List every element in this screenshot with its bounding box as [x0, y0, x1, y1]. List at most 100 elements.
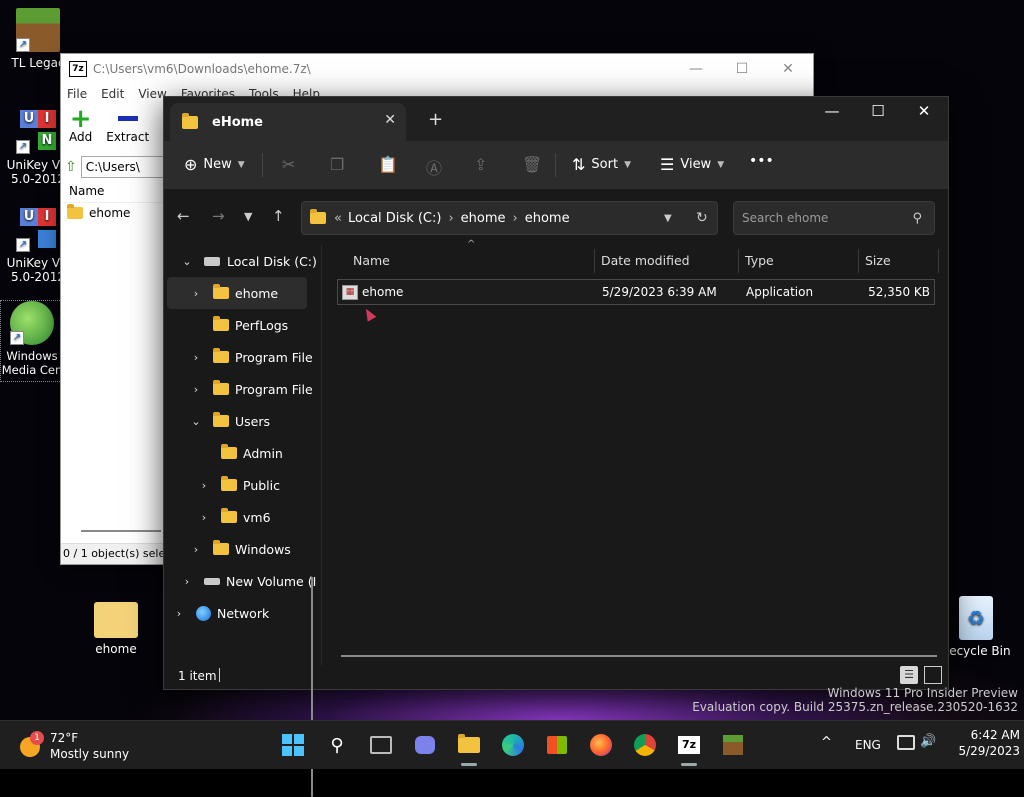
rename-icon[interactable]: Ⓐ — [426, 155, 442, 179]
tab-ehome[interactable]: eHome ✕ — [170, 103, 406, 141]
nav-item-users[interactable]: ⌄ Users — [189, 405, 270, 437]
minecraft-taskbar-button[interactable] — [717, 729, 749, 761]
volume-icon[interactable]: 🔊 — [920, 734, 936, 749]
extract-button[interactable]: Extract — [106, 108, 149, 144]
network-icon — [196, 605, 211, 621]
horizontal-scrollbar[interactable] — [81, 530, 161, 532]
breadcrumb-local-disk[interactable]: Local Disk (C:) — [348, 211, 441, 226]
tiles-view-icon[interactable] — [924, 666, 942, 684]
forward-arrow-icon[interactable]: → — [212, 207, 225, 225]
cut-icon[interactable]: ✂ — [282, 155, 295, 174]
address-bar[interactable]: « Local Disk (C:) › ehome › ehome ▼ ↻ — [301, 201, 718, 235]
more-options-button[interactable]: ••• — [749, 153, 774, 169]
list-item[interactable]: ehome — [67, 204, 130, 220]
close-button[interactable]: ✕ — [901, 97, 947, 127]
delete-icon[interactable]: 🗑 — [522, 155, 542, 174]
maximize-button[interactable]: ☐ — [719, 54, 765, 84]
nav-item-perflogs[interactable]: PerfLogs — [213, 309, 288, 341]
pane-divider[interactable] — [321, 245, 322, 665]
sevenzip-title: C:\Users\vm6\Downloads\ehome.7z\ — [93, 62, 311, 76]
nav-item-program-files[interactable]: › Program File — [189, 341, 313, 373]
view-button[interactable]: ☰ View ▼ — [660, 155, 724, 174]
column-header-name[interactable]: Name — [353, 249, 390, 273]
column-divider — [738, 249, 739, 273]
share-icon[interactable]: ⇪ — [474, 155, 487, 174]
nav-item-public[interactable]: › Public — [197, 469, 280, 501]
sevenzip-column-name[interactable]: Name — [63, 184, 169, 203]
teams-chat-button[interactable] — [409, 729, 441, 761]
column-divider — [938, 249, 939, 273]
breadcrumb-ehome-1[interactable]: ehome — [461, 211, 506, 226]
column-header-type[interactable]: Type — [745, 249, 774, 273]
folder-icon — [221, 476, 237, 491]
breadcrumb-ehome-2[interactable]: ehome — [525, 211, 570, 226]
desktop-icon-recycle-bin[interactable]: ♻ Recycle Bin — [940, 596, 1012, 658]
shortcut-arrow-icon: ↗ — [16, 140, 30, 154]
desktop-icon-ehome-folder[interactable]: ehome — [80, 598, 152, 656]
chevron-down-icon: ⌄ — [191, 414, 201, 428]
new-button[interactable]: ⊕ New ▼ — [184, 155, 245, 174]
nav-item-vm6[interactable]: › vm6 — [197, 501, 271, 533]
nav-item-network[interactable]: › Network — [172, 597, 269, 629]
edge-icon — [502, 734, 524, 756]
folder-icon — [213, 540, 229, 555]
new-tab-button[interactable]: + — [428, 109, 443, 130]
sort-button[interactable]: ⇅ Sort ▼ — [572, 155, 631, 174]
show-hidden-icons-chevron[interactable]: ^ — [821, 735, 832, 750]
chrome-button[interactable] — [629, 729, 661, 761]
maximize-button[interactable]: ☐ — [855, 97, 901, 127]
start-button[interactable] — [277, 729, 309, 761]
search-button[interactable]: ⚲ — [321, 729, 353, 761]
close-tab-icon[interactable]: ✕ — [384, 112, 396, 128]
nav-item-ehome[interactable]: › ehome — [167, 277, 307, 309]
address-dropdown-icon[interactable]: ▼ — [664, 213, 672, 224]
shortcut-arrow-icon: ↗ — [10, 331, 24, 345]
chevron-right-icon: › — [512, 210, 518, 226]
task-view-button[interactable] — [365, 729, 397, 761]
nav-item-local-disk[interactable]: ⌄ Local Disk (C:) — [180, 245, 317, 277]
sevenzip-address-input[interactable]: C:\Users\ — [80, 156, 165, 178]
nav-item-admin[interactable]: Admin — [221, 437, 283, 469]
network-status-icon[interactable] — [897, 735, 915, 750]
taskbar: 1 72°F Mostly sunny ⚲ 7z ^ ENG 🔊 6:42 AM… — [0, 720, 1024, 769]
folder-icon — [213, 412, 229, 427]
details-view-icon[interactable]: ☰ — [900, 666, 918, 684]
clock[interactable]: 6:42 AM 5/29/2023 — [948, 727, 1020, 759]
firefox-button[interactable] — [585, 729, 617, 761]
minimize-button[interactable]: — — [673, 54, 719, 84]
chevron-right-icon: › — [176, 606, 182, 620]
file-explorer-taskbar-button[interactable] — [453, 729, 485, 761]
folder-icon — [221, 444, 237, 459]
refresh-icon[interactable]: ↻ — [696, 210, 708, 226]
column-header-date[interactable]: Date modified — [601, 249, 690, 273]
desktop-icon-media-center[interactable]: ↗ Windows Media Cen — [0, 300, 64, 382]
paste-icon[interactable]: 📋 — [378, 155, 398, 174]
store-button[interactable] — [541, 729, 573, 761]
table-row[interactable]: ▦ ehome 5/29/2023 6:39 AM Application 52… — [337, 279, 935, 305]
search-input[interactable]: Search ehome ⚲ — [733, 201, 935, 235]
close-button[interactable]: ✕ — [765, 54, 811, 84]
add-button[interactable]: + Add — [69, 106, 92, 144]
nav-item-program-files-x86[interactable]: › Program File — [189, 373, 313, 405]
chevron-right-icon: › — [184, 574, 190, 588]
nav-item-new-volume[interactable]: › New Volume (I — [180, 565, 316, 597]
input-language[interactable]: ENG — [855, 738, 881, 752]
edge-button[interactable] — [497, 729, 529, 761]
weather-widget[interactable]: 1 72°F Mostly sunny — [18, 729, 138, 763]
copy-icon[interactable]: ❐ — [330, 155, 344, 174]
chevron-right-icon: › — [201, 510, 207, 524]
recent-locations-chevron-icon[interactable]: ▼ — [244, 210, 252, 223]
folder-icon — [213, 348, 229, 363]
up-arrow-icon[interactable]: ↑ — [272, 207, 285, 225]
menu-edit[interactable]: Edit — [101, 87, 124, 101]
up-folder-icon[interactable]: ⇧ — [65, 159, 77, 175]
shortcut-arrow-icon: ↗ — [16, 238, 30, 252]
horizontal-scrollbar[interactable] — [341, 655, 937, 657]
sevenzip-taskbar-button[interactable]: 7z — [673, 729, 705, 761]
divider — [262, 153, 263, 177]
nav-item-windows[interactable]: › Windows — [189, 533, 291, 565]
menu-file[interactable]: File — [67, 87, 87, 101]
back-arrow-icon[interactable]: ← — [177, 207, 190, 225]
column-header-size[interactable]: Size — [865, 249, 891, 273]
minimize-button[interactable]: — — [809, 97, 855, 127]
